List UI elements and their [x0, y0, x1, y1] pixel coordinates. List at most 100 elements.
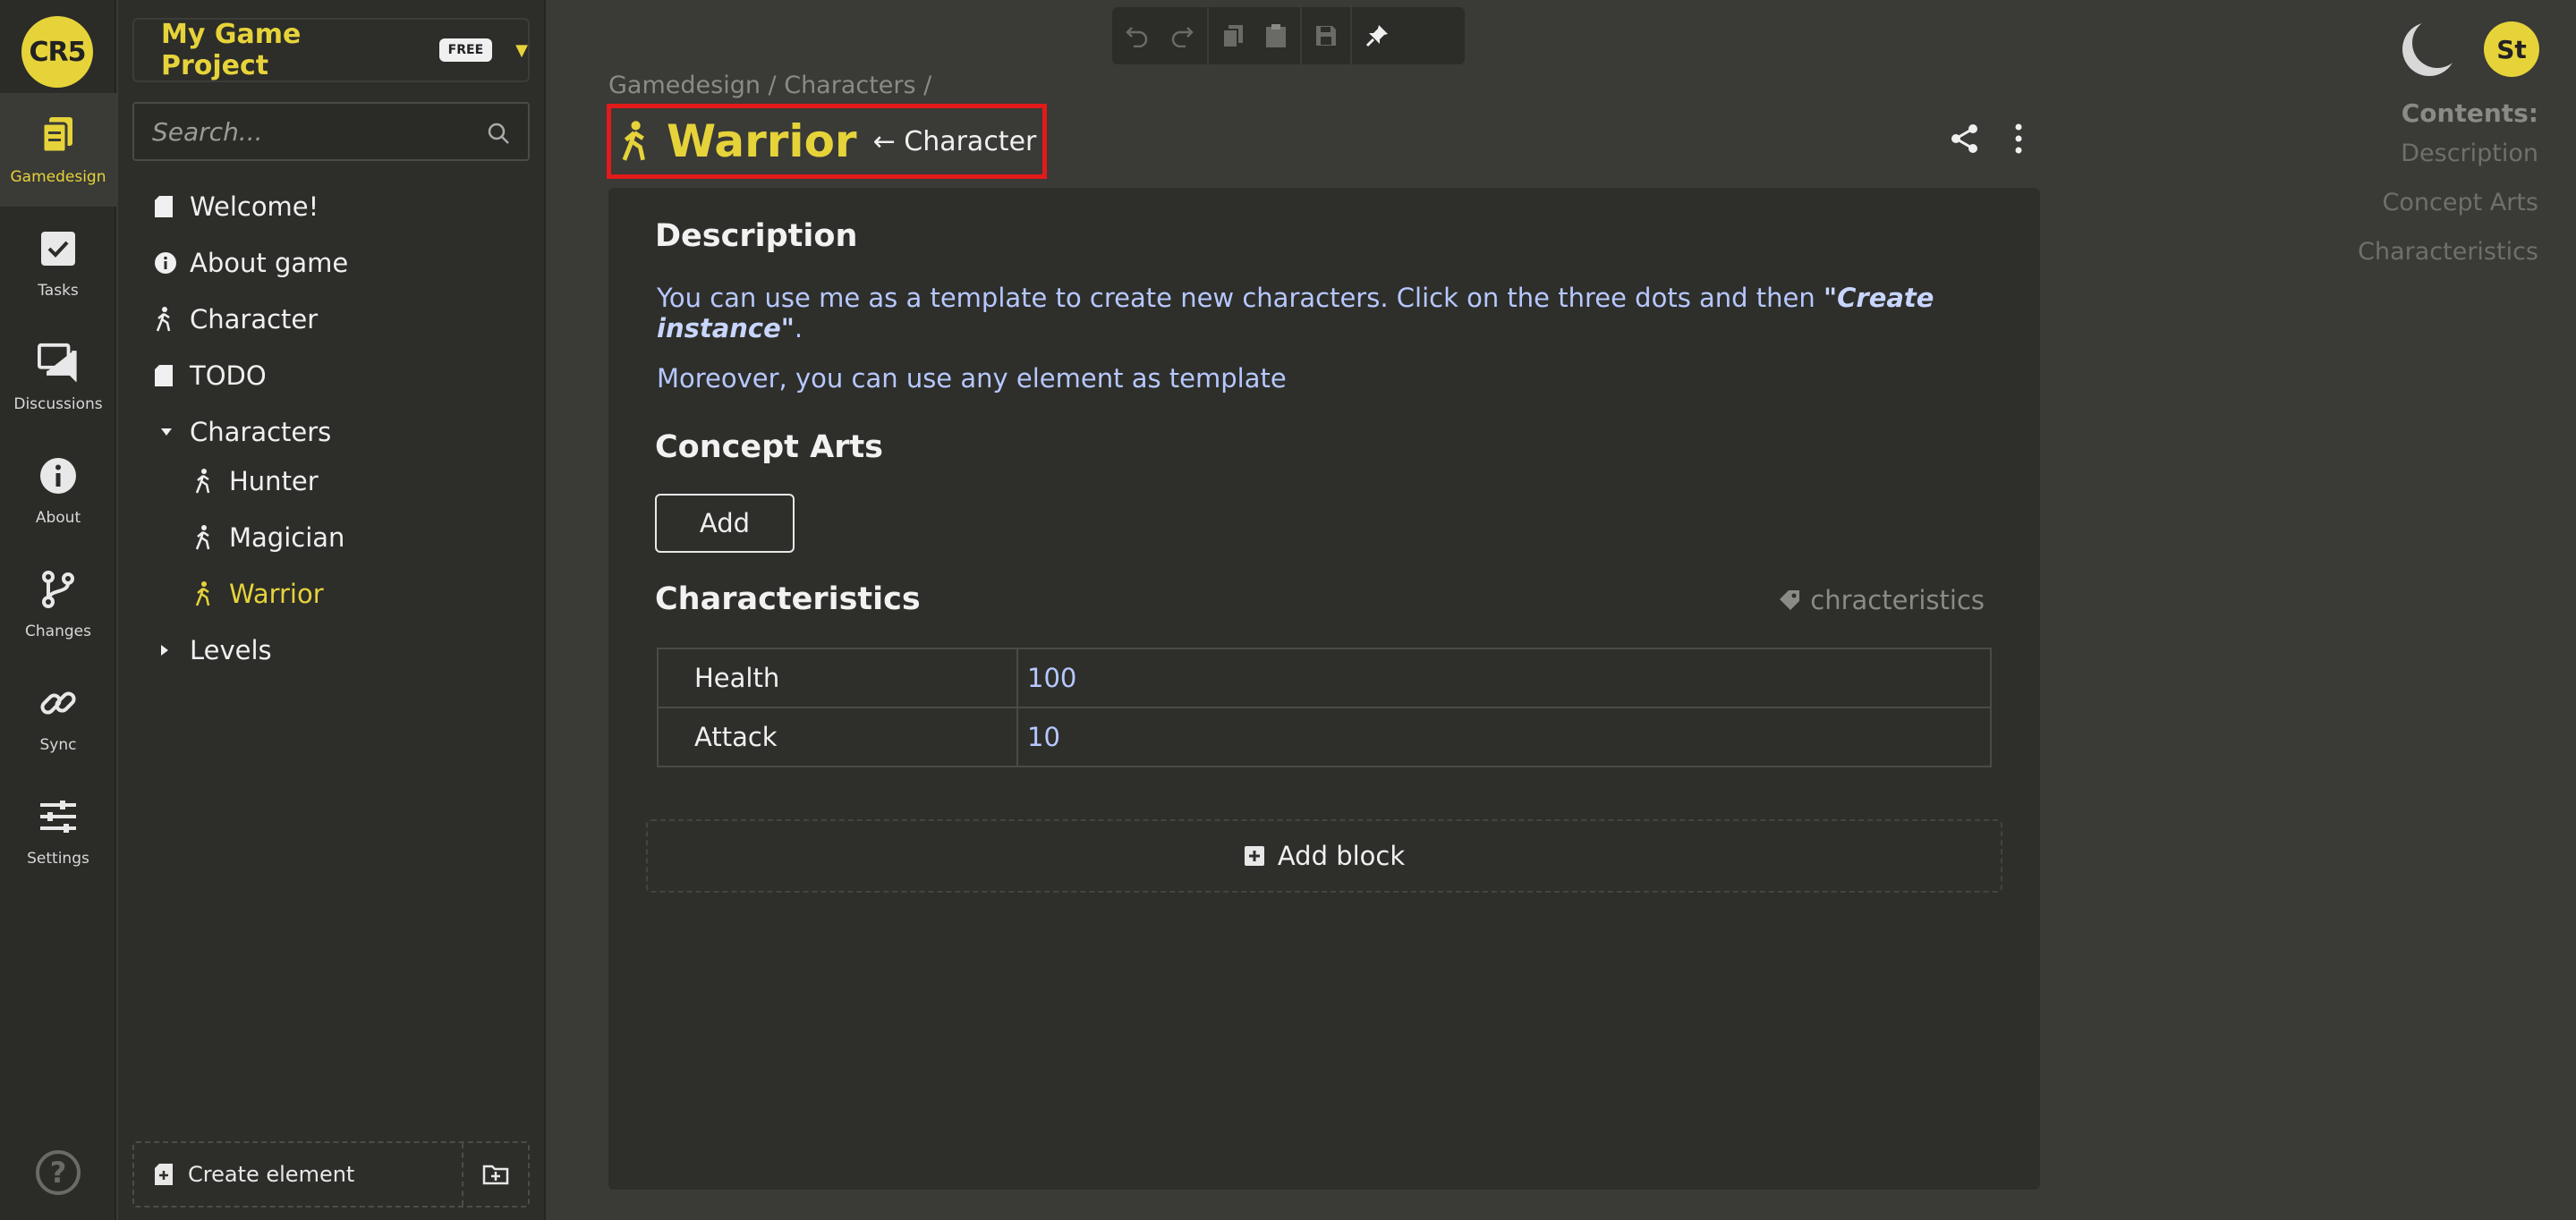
rail-label: About [35, 508, 81, 527]
create-folder-button[interactable] [463, 1143, 528, 1206]
tree-item-label: Character [190, 304, 319, 335]
table-cell-value[interactable]: 100 [1016, 648, 1992, 708]
caret-down-icon [159, 427, 190, 437]
rail-item-sync[interactable]: Sync [0, 661, 116, 775]
create-row: Create element [132, 1141, 530, 1207]
toc-title: Contents: [2401, 98, 2538, 128]
create-element-button[interactable]: Create element [134, 1143, 463, 1206]
search-input[interactable] [134, 104, 528, 159]
add-document-icon [154, 1163, 174, 1186]
rail-item-gamedesign[interactable]: Gamedesign [0, 93, 116, 207]
tree-item-label: TODO [190, 360, 267, 391]
rail-label: Sync [39, 735, 77, 754]
plan-badge: FREE [438, 38, 493, 62]
walking-person-icon [193, 468, 229, 495]
rail-item-about[interactable]: About [0, 434, 116, 547]
editor-toolbar [1112, 7, 1465, 64]
tree-item-magician[interactable]: Magician [193, 515, 344, 560]
more-options-icon[interactable] [2010, 123, 2028, 158]
walking-person-icon [618, 120, 650, 163]
walking-person-icon [193, 580, 229, 607]
clipboard-group [1209, 7, 1302, 64]
caret-right-icon [159, 643, 190, 657]
project-name: My Game Project [161, 19, 302, 81]
left-rail: CR5 Gamedesign Tasks Discussions About C… [0, 0, 116, 1220]
toc-item-characteristics[interactable]: Characteristics [2358, 238, 2538, 266]
page-title: Warrior [667, 115, 857, 167]
rail-label: Discussions [13, 394, 103, 413]
paste-icon[interactable] [1264, 23, 1288, 48]
discussions-icon [38, 342, 79, 383]
walking-person-icon [193, 524, 229, 551]
rail-label: Changes [25, 622, 91, 640]
description-heading: Description [655, 218, 858, 254]
tree-item-todo[interactable]: TODO [154, 353, 267, 398]
breadcrumb[interactable]: Gamedesign / Characters / [608, 72, 931, 99]
gamedesign-icon [38, 114, 79, 156]
pin-icon[interactable] [1365, 23, 1390, 48]
template-reference-link[interactable]: ← Character [873, 126, 1037, 157]
app-logo[interactable]: CR5 [21, 16, 93, 88]
rail-item-tasks[interactable]: Tasks [0, 207, 116, 320]
rail-label: Gamedesign [10, 167, 106, 186]
element-card: Description You can use me as a template… [608, 188, 2040, 1190]
rail-label: Tasks [38, 281, 79, 300]
save-icon[interactable] [1314, 24, 1338, 47]
rail-label: Settings [27, 849, 89, 868]
tree-item-label: Welcome! [190, 191, 319, 222]
tree-folder-characters[interactable]: Characters [159, 410, 331, 454]
about-icon [38, 455, 79, 496]
theme-toggle-icon[interactable] [2400, 18, 2462, 79]
tree-item-about-game[interactable]: About game [154, 241, 348, 285]
tree-item-label: Levels [190, 635, 272, 665]
page-title-block: Warrior ← Character [607, 104, 1047, 179]
toc-item-concept-arts[interactable]: Concept Arts [2383, 189, 2538, 216]
search-box [132, 102, 530, 161]
table-cell-key[interactable]: Health [657, 648, 1018, 708]
chevron-down-icon: ▼ [515, 40, 528, 60]
description-suffix: . [794, 313, 803, 343]
document-icon [154, 195, 190, 218]
document-icon [154, 364, 190, 387]
add-block-button[interactable]: Add block [646, 819, 2002, 893]
table-cell-value[interactable]: 10 [1016, 707, 1992, 767]
tree-item-character[interactable]: Character [154, 297, 318, 342]
search-icon[interactable] [487, 122, 510, 148]
undo-icon[interactable] [1125, 24, 1150, 47]
rail-item-changes[interactable]: Changes [0, 547, 116, 661]
tree-item-warrior[interactable]: Warrior [193, 572, 324, 616]
project-selector[interactable]: My Game Project FREE ▼ [132, 18, 530, 82]
concept-arts-heading: Concept Arts [655, 429, 884, 465]
copy-icon[interactable] [1221, 23, 1245, 48]
tag-label: chracteristics [1810, 585, 1985, 615]
characteristics-tag[interactable]: chracteristics [1778, 585, 1985, 615]
redo-icon[interactable] [1169, 24, 1194, 47]
add-concept-art-button[interactable]: Add [655, 494, 795, 553]
table-row: Health 100 [657, 648, 1992, 708]
help-icon[interactable]: ? [36, 1150, 81, 1195]
tree-item-welcome[interactable]: Welcome! [154, 184, 319, 229]
characteristics-heading: Characteristics [655, 581, 921, 617]
description-line-1[interactable]: You can use me as a template to create n… [657, 283, 2040, 343]
tree-item-label: Warrior [229, 579, 324, 609]
table-cell-key[interactable]: Attack [657, 707, 1018, 767]
description-line-2[interactable]: Moreover, you can use any element as tem… [657, 363, 1287, 394]
tree-folder-levels[interactable]: Levels [159, 628, 272, 673]
table-row: Attack 10 [657, 707, 1992, 767]
tools-group [1352, 7, 1402, 64]
plus-square-icon [1244, 845, 1265, 867]
tasks-icon [38, 228, 79, 269]
rail-item-settings[interactable]: Settings [0, 775, 116, 888]
toc-item-description[interactable]: Description [2401, 140, 2538, 167]
settings-icon [38, 796, 79, 837]
tree-item-hunter[interactable]: Hunter [193, 459, 319, 504]
tree-item-label: Magician [229, 522, 345, 553]
save-group [1302, 7, 1352, 64]
share-icon[interactable] [1949, 123, 1981, 158]
add-block-label: Add block [1277, 841, 1406, 871]
user-avatar[interactable]: St [2484, 21, 2539, 77]
info-icon [154, 251, 190, 275]
characteristics-table: Health 100 Attack 10 [657, 648, 1992, 767]
tree-item-label: Hunter [229, 466, 319, 496]
rail-item-discussions[interactable]: Discussions [0, 320, 116, 434]
